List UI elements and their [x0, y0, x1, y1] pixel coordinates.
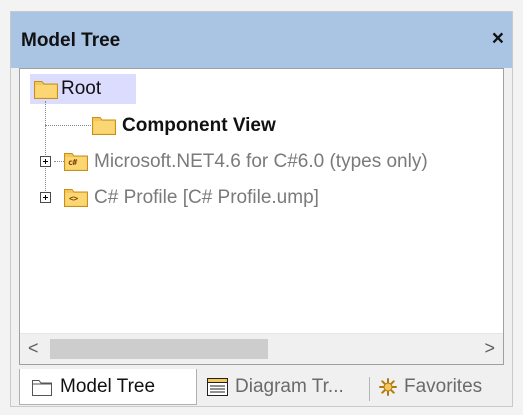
tab-label: Diagram Tr...: [235, 376, 344, 397]
tab-label: Model Tree: [60, 375, 156, 397]
model-tree-panel: Model Tree × Root Component View c# Micr…: [10, 11, 513, 407]
diagram-tree-icon: [207, 378, 228, 396]
tab-favorites[interactable]: Favorites: [375, 369, 505, 405]
scroll-left-icon[interactable]: <: [28, 338, 39, 359]
tree-node-component-view[interactable]: Component View: [122, 113, 276, 139]
tree-view: Root Component View c# Microsoft.NET4.6 …: [19, 68, 504, 365]
scroll-right-icon[interactable]: >: [484, 338, 495, 359]
tree-node-label: Root: [61, 78, 102, 99]
panel-title: Model Tree: [21, 30, 121, 51]
expand-icon[interactable]: [40, 156, 51, 167]
expand-icon[interactable]: [40, 192, 51, 203]
tab-label: Favorites: [404, 376, 483, 397]
folder-icon: [92, 117, 116, 135]
horizontal-scrollbar[interactable]: < >: [20, 333, 503, 364]
panel-tabs: Model Tree Diagram Tr... Favorites: [11, 365, 512, 407]
tree-connector: [45, 101, 46, 197]
panel-title-bar: Model Tree ×: [11, 12, 512, 68]
tab-diagram-tree[interactable]: Diagram Tr...: [203, 369, 373, 405]
scrollbar-thumb[interactable]: [50, 339, 268, 359]
favorites-icon: [379, 378, 397, 396]
tree-node-label: Component View: [122, 115, 276, 136]
tree-node-label: C# Profile [C# Profile.ump]: [94, 187, 319, 208]
tree-connector: [54, 161, 64, 162]
folder-icon: [34, 81, 58, 99]
tree-node-dotnet-types[interactable]: Microsoft.NET4.6 for C#6.0 (types only): [94, 149, 428, 175]
close-icon[interactable]: ×: [492, 27, 504, 51]
tree-connector: [45, 125, 91, 126]
tree-node-label: Microsoft.NET4.6 for C#6.0 (types only): [94, 151, 428, 172]
tree-node-root[interactable]: Root: [61, 76, 101, 102]
tree-node-csharp-profile[interactable]: C# Profile [C# Profile.ump]: [94, 185, 319, 211]
profile-badge: <>: [69, 194, 78, 203]
folder-icon: [32, 379, 52, 396]
tab-divider: [369, 377, 370, 401]
csharp-badge: c#: [68, 158, 77, 167]
tab-model-tree[interactable]: Model Tree: [19, 369, 197, 405]
